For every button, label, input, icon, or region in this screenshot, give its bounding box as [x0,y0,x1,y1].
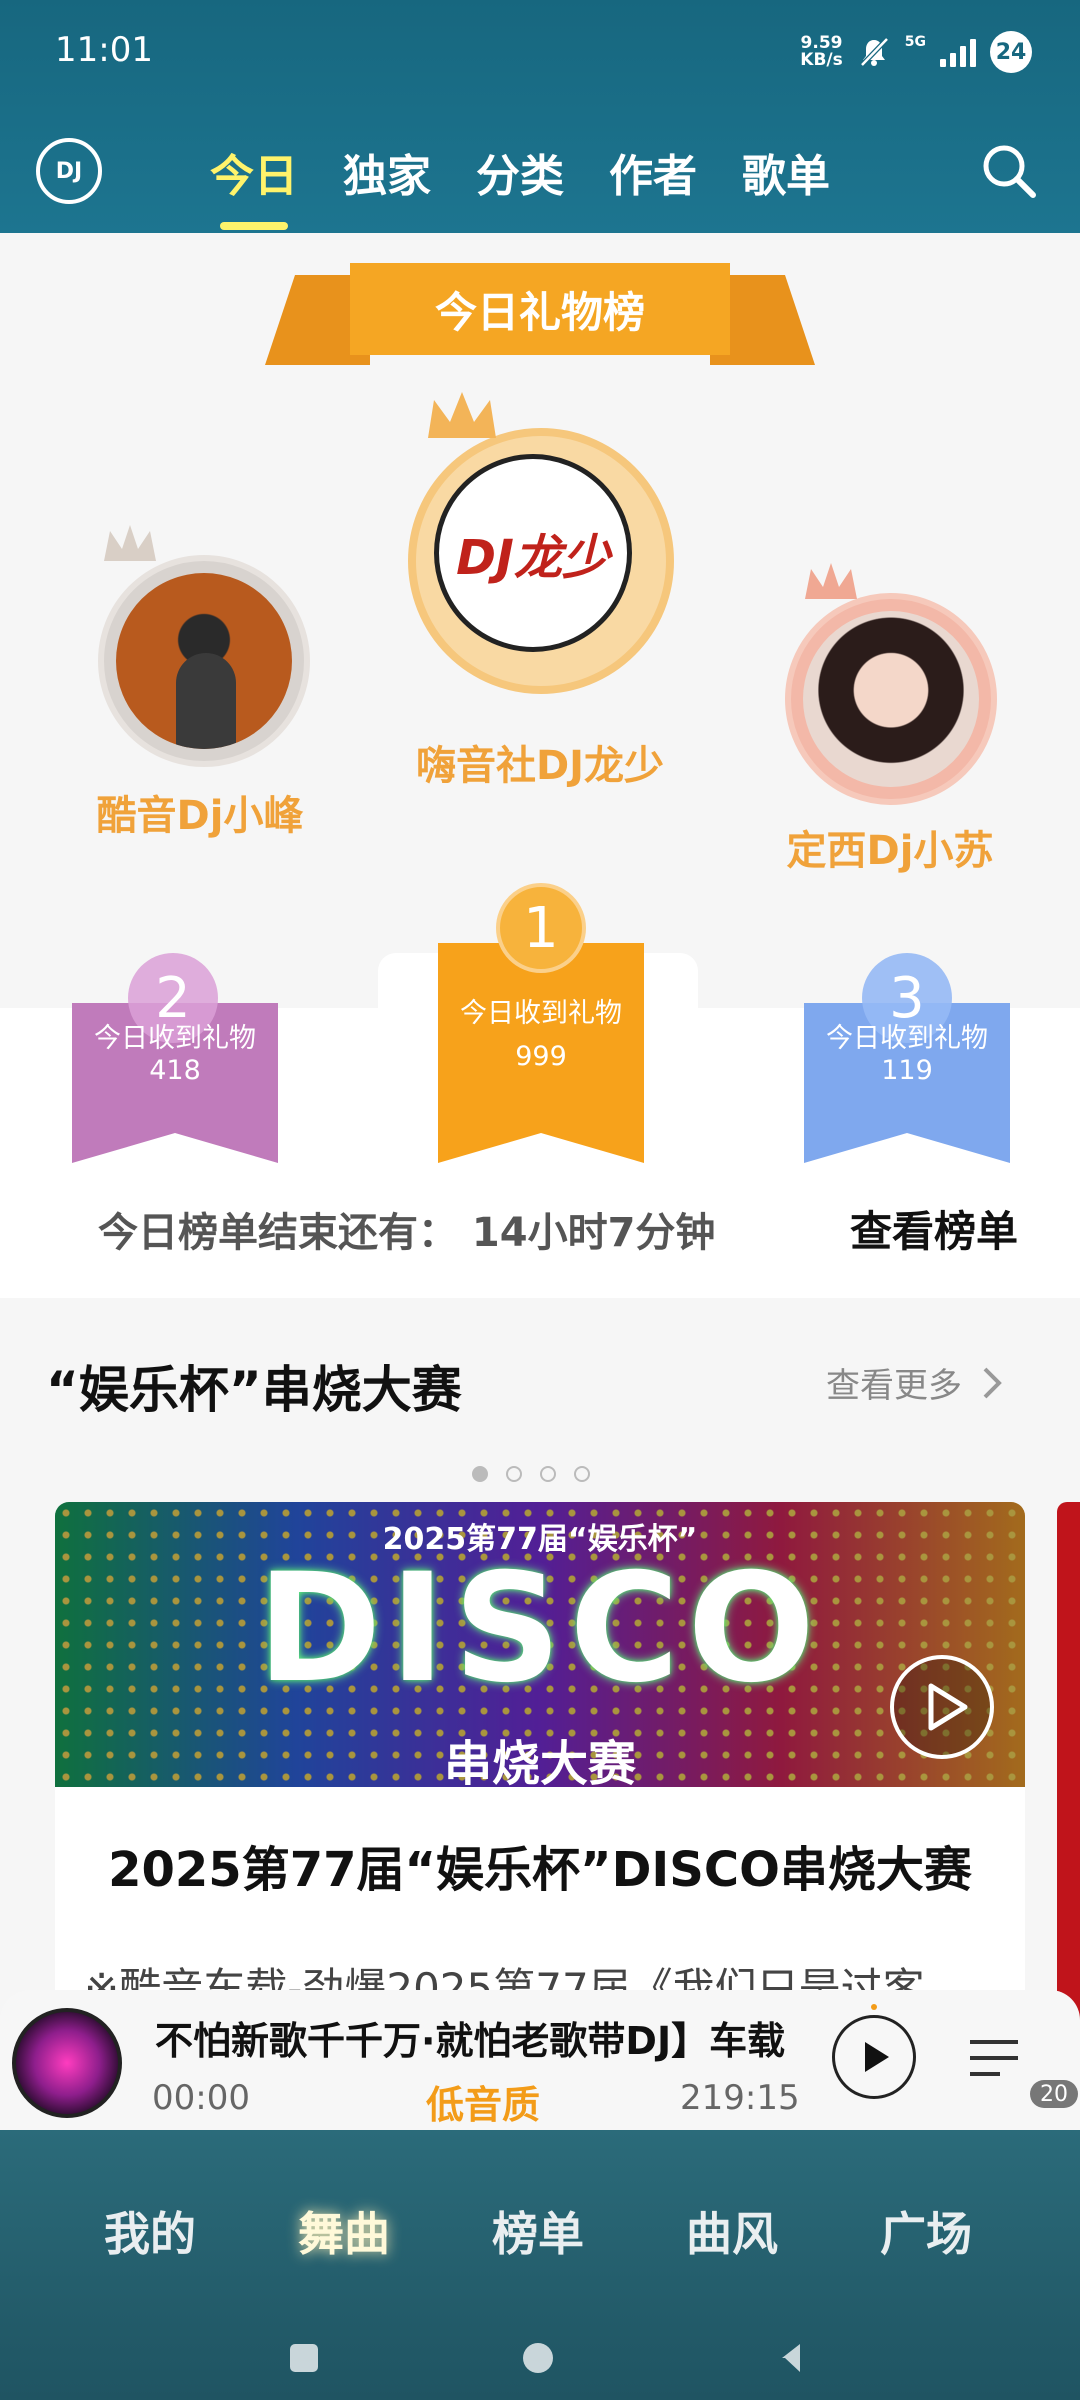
bottom-navigation: 我的 舞曲 榜单 曲风 广场 [0,2130,1080,2400]
tab-today[interactable]: 今日 [210,140,298,230]
rank1-gift-count: 999 [515,1041,567,1072]
play-button[interactable] [832,2015,916,2099]
tab-category[interactable]: 分类 [476,140,564,204]
contest-card-title[interactable]: 2025第77届“娱乐杯”DISCO串烧大赛 [0,1830,1080,1900]
rank1-avatar[interactable]: DJ龙少 [408,392,674,694]
queue-count-badge: 20 [1030,2080,1078,2108]
now-playing-title[interactable]: 不怕新歌千千万·就怕老歌带DJ】车载 [155,2010,795,2065]
carousel-dot[interactable] [574,1466,590,1482]
carousel-dot[interactable] [506,1466,522,1482]
banner-caption: 串烧大赛 [443,1736,636,1787]
rank3-gift-label: 今日收到礼物 [826,1023,988,1054]
top-app-bar: 11:01 9.59 KB/s 5G 24 DJ 今日 独家 分类 作者 歌单 [0,0,1080,233]
audio-quality-toggle[interactable]: 低音质 [426,2074,540,2129]
rank1-number: 1 [496,883,586,973]
crown-icon [805,563,857,599]
gift-ranking-section: 今日礼物榜 酷音Dj小峰 DJ龙少 嗨音社DJ龙少 定西Dj小苏 2 今日收到礼… [0,233,1080,1298]
gift-ranking-title: 今日礼物榜 [434,287,645,337]
contest-card[interactable]: 2025第77届“娱乐杯” DISCO 串烧大赛 [55,1502,1025,2022]
tab-author[interactable]: 作者 [609,140,697,204]
recent-apps-icon [290,2344,318,2372]
rank2-gift-count: 418 [149,1055,201,1086]
carousel-dot[interactable] [540,1466,556,1482]
carousel-dot[interactable] [472,1466,488,1482]
tab-playlist[interactable]: 歌单 [742,140,830,204]
nav-square[interactable]: 广场 [880,2198,972,2264]
progress-indicator [871,2004,877,2010]
search-icon[interactable] [980,142,1038,200]
crown-icon [428,392,496,438]
back-icon [782,2344,800,2372]
current-time: 00:00 [152,2078,250,2118]
see-more-label: 查看更多 [826,1366,962,1406]
nav-charts[interactable]: 榜单 [492,2198,584,2264]
rank1-gift-label: 今日收到礼物 [460,998,622,1029]
battery-badge: 24 [990,31,1032,73]
rank1-avatar-text: DJ龙少 [456,530,610,586]
rank1-name[interactable]: 嗨音社DJ龙少 [380,733,700,791]
ranking-countdown: 今日榜单结束还有： 14小时7分钟 [98,1210,716,1256]
nav-genre[interactable]: 曲风 [686,2198,778,2264]
rank3-gift-count: 119 [881,1055,933,1086]
rank2-gift-label: 今日收到礼物 [94,1023,256,1054]
home-icon [523,2343,553,2373]
nav-dance[interactable]: 舞曲 [298,2198,390,2264]
contest-section-title: “娱乐杯”串烧大赛 [46,1361,462,1419]
mini-player[interactable]: 不怕新歌千千万·就怕老歌带DJ】车载 00:00 低音质 219:15 20 [0,1990,1080,2130]
mute-bell-icon [859,37,889,67]
total-time: 219:15 [680,2078,800,2118]
rank3-avatar-photo [803,611,979,787]
next-contest-card-peek[interactable] [1057,1502,1080,2022]
view-ranking-link[interactable]: 查看榜单 [850,1198,1018,1259]
network-type: 5G [904,34,926,50]
nav-mine[interactable]: 我的 [104,2198,196,2264]
playlist-queue-icon[interactable] [968,2028,1038,2098]
see-more-link[interactable]: 查看更多 [826,1358,1002,1407]
signal-icon [940,37,976,67]
contest-banner[interactable]: 2025第77届“娱乐杯” DISCO 串烧大赛 [55,1502,1025,1787]
play-circle-icon[interactable] [887,1652,997,1762]
rank3-name[interactable]: 定西Dj小苏 [750,818,1030,876]
rank2-name[interactable]: 酷音Dj小峰 [60,783,340,841]
dj-logo-icon[interactable]: DJ [36,138,102,204]
rank2-avatar[interactable] [98,525,310,767]
top-tab-bar: 今日 独家 分类 作者 歌单 [210,140,830,230]
network-speed: 9.59 KB/s [800,35,842,69]
banner-headline: DISCO [257,1542,823,1716]
rank2-avatar-photo [116,573,292,749]
rank3-avatar[interactable] [785,563,997,805]
status-icons: 9.59 KB/s 5G 24 [800,28,1032,76]
system-navigation-bar [290,2343,800,2373]
rank1-avatar-photo: DJ龙少 [434,454,632,652]
album-art[interactable] [12,2008,122,2118]
crown-icon [104,525,156,561]
status-time: 11:01 [55,30,153,70]
tab-exclusive[interactable]: 独家 [343,140,431,204]
chevron-right-icon [983,1367,1002,1398]
play-icon [865,2042,889,2072]
carousel-dots [472,1466,590,1482]
network-speed-unit: KB/s [800,50,843,70]
